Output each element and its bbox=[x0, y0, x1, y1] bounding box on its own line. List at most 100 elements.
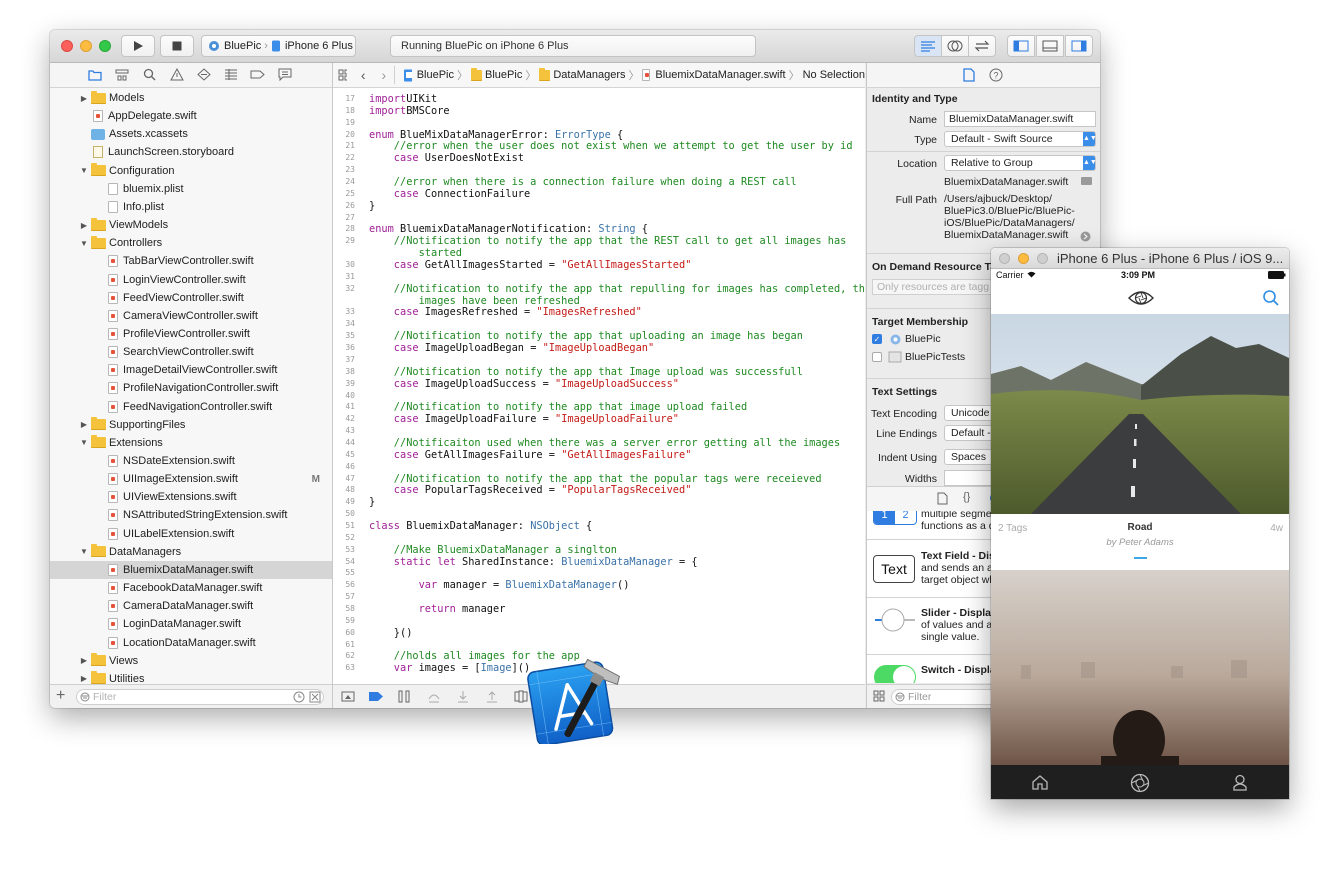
navigator-item[interactable]: UILabelExtension.swift bbox=[50, 525, 332, 543]
code-line[interactable]: 53 //Make BluemixDataManager a singlton bbox=[333, 544, 865, 556]
disclosure-open-icon[interactable]: ▼ bbox=[79, 166, 89, 175]
code-line[interactable]: 38 //Notification to notify the app that… bbox=[333, 366, 865, 378]
step-into-icon[interactable] bbox=[456, 690, 470, 703]
code-line[interactable]: 50 bbox=[333, 508, 865, 520]
navigator-item[interactable]: ProfileNavigationController.swift bbox=[50, 379, 332, 397]
navigator-item[interactable]: UIViewExtensions.swift bbox=[50, 488, 332, 506]
code-line[interactable]: 32 //Notification to notify the app that… bbox=[333, 283, 865, 295]
code-line[interactable]: 47 //Notification to notify the app that… bbox=[333, 473, 865, 485]
code-line[interactable]: 29 //Notification to notify the app that… bbox=[333, 235, 865, 247]
help-icon[interactable]: ? bbox=[989, 68, 1003, 82]
target-checkbox-bluepic[interactable]: ✓ bbox=[872, 334, 882, 344]
code-line[interactable]: 39 case ImageUploadSuccess = "ImageUploa… bbox=[333, 378, 865, 390]
location-popup[interactable]: Relative to Group ▲▼ bbox=[944, 155, 1097, 171]
road-photo[interactable] bbox=[991, 314, 1289, 514]
minimize-window-button[interactable] bbox=[1018, 253, 1029, 264]
search-icon[interactable] bbox=[1263, 290, 1279, 306]
navigator-item[interactable]: ▶ ViewModels bbox=[50, 216, 332, 234]
code-line[interactable]: images have been refreshed bbox=[333, 295, 865, 307]
code-line[interactable]: 54 static let SharedInstance: BluemixDat… bbox=[333, 556, 865, 568]
search-icon[interactable] bbox=[143, 68, 156, 81]
code-line[interactable]: 19 bbox=[333, 117, 865, 129]
navigator-item[interactable]: FacebookDataManager.swift bbox=[50, 579, 332, 597]
close-window-button[interactable] bbox=[999, 253, 1010, 264]
code-line[interactable]: 57 bbox=[333, 591, 865, 603]
assistant-editor-button[interactable] bbox=[941, 35, 969, 57]
toggle-inspector-button[interactable] bbox=[1065, 35, 1093, 57]
zoom-window-button[interactable] bbox=[99, 40, 111, 52]
scheme-selector[interactable]: BluePic › iPhone 6 Plus bbox=[201, 35, 356, 57]
file-inspector-icon[interactable] bbox=[963, 68, 975, 82]
navigator-item[interactable]: AppDelegate.swift bbox=[50, 107, 332, 125]
crumb-group[interactable]: BluePic bbox=[485, 69, 522, 81]
run-button[interactable] bbox=[121, 35, 155, 57]
standard-editor-button[interactable] bbox=[914, 35, 942, 57]
pause-icon[interactable] bbox=[398, 690, 410, 703]
navigator-item[interactable]: Info.plist bbox=[50, 198, 332, 216]
code-line[interactable]: 18 importBMSCore bbox=[333, 105, 865, 117]
zoom-window-button[interactable] bbox=[1037, 253, 1048, 264]
code-line[interactable]: 48 case PopularTagsReceived = "PopularTa… bbox=[333, 484, 865, 496]
navigator-item[interactable]: ▶ Utilities bbox=[50, 670, 332, 684]
hide-debug-area-icon[interactable] bbox=[341, 690, 355, 703]
code-line[interactable]: 44 //Notificaiton used when there was a … bbox=[333, 437, 865, 449]
code-line[interactable]: 61 bbox=[333, 639, 865, 651]
breakpoints-active-icon[interactable] bbox=[368, 691, 384, 702]
navigator-item[interactable]: CameraDataManager.swift bbox=[50, 597, 332, 615]
navigator-item[interactable]: Assets.xcassets bbox=[50, 125, 332, 143]
camera-shutter-tab-icon[interactable] bbox=[1130, 773, 1150, 793]
code-line[interactable]: 52 bbox=[333, 532, 865, 544]
disclosure-closed-icon[interactable]: ▶ bbox=[79, 94, 89, 103]
code-line[interactable]: 27 bbox=[333, 212, 865, 224]
code-line[interactable]: 33 case ImagesRefreshed = "ImagesRefresh… bbox=[333, 306, 865, 318]
crumb-project[interactable]: BluePic bbox=[417, 69, 454, 81]
profile-tab-icon[interactable] bbox=[1232, 774, 1248, 791]
home-tab-icon[interactable] bbox=[1031, 774, 1049, 790]
code-line[interactable]: 34 bbox=[333, 318, 865, 330]
navigator-item[interactable]: NSAttributedStringExtension.swift bbox=[50, 506, 332, 524]
breakpoint-icon[interactable] bbox=[250, 68, 265, 81]
code-line[interactable]: 31 bbox=[333, 271, 865, 283]
code-line[interactable]: 17 importUIKit bbox=[333, 93, 865, 105]
code-line[interactable]: 41 //Notification to notify the app that… bbox=[333, 401, 865, 413]
code-line[interactable]: 22 case UserDoesNotExist bbox=[333, 152, 865, 164]
code-line[interactable]: 42 case ImageUploadFailure = "ImageUploa… bbox=[333, 413, 865, 425]
navigator-item[interactable]: ImageDetailViewController.swift bbox=[50, 361, 332, 379]
code-line[interactable]: 60 }() bbox=[333, 627, 865, 639]
code-line[interactable]: 36 case ImageUploadBegan = "ImageUploadB… bbox=[333, 342, 865, 354]
file-template-icon[interactable] bbox=[937, 492, 948, 505]
navigator-item[interactable]: LoginDataManager.swift bbox=[50, 615, 332, 633]
disclosure-closed-icon[interactable]: ▶ bbox=[79, 674, 89, 683]
navigator-item[interactable]: ▶ Models bbox=[50, 89, 332, 107]
code-line[interactable]: 35 //Notification to notify the app that… bbox=[333, 330, 865, 342]
navigator-item[interactable]: LocationDataManager.swift bbox=[50, 634, 332, 652]
step-out-icon[interactable] bbox=[485, 690, 499, 703]
crumb-folder[interactable]: DataManagers bbox=[553, 69, 625, 81]
code-line[interactable]: 56 var manager = BluemixDataManager() bbox=[333, 579, 865, 591]
code-line[interactable]: 51 class BluemixDataManager: NSObject { bbox=[333, 520, 865, 532]
step-over-icon[interactable] bbox=[427, 690, 441, 703]
code-line[interactable]: 49} bbox=[333, 496, 865, 508]
code-line[interactable]: 37 bbox=[333, 354, 865, 366]
code-line[interactable]: 26} bbox=[333, 200, 865, 212]
crumb-file[interactable]: BluemixDataManager.swift bbox=[655, 69, 785, 81]
symbol-navigator-icon[interactable] bbox=[115, 68, 129, 81]
debug-navigator-icon[interactable] bbox=[224, 68, 238, 81]
version-editor-button[interactable] bbox=[968, 35, 996, 57]
disclosure-open-icon[interactable]: ▼ bbox=[79, 239, 89, 248]
close-window-button[interactable] bbox=[61, 40, 73, 52]
scm-filter-icon[interactable] bbox=[309, 691, 321, 703]
recent-clock-icon[interactable] bbox=[293, 691, 305, 703]
code-snippet-icon[interactable]: {} bbox=[963, 491, 970, 503]
disclosure-closed-icon[interactable]: ▶ bbox=[79, 656, 89, 665]
name-field[interactable]: BluemixDataManager.swift bbox=[944, 111, 1096, 127]
forward-arrow-icon[interactable]: › bbox=[381, 67, 386, 83]
navigator-item[interactable]: ▼ Configuration bbox=[50, 162, 332, 180]
disclosure-open-icon[interactable]: ▼ bbox=[79, 438, 89, 447]
navigator-item[interactable]: ▼ Controllers bbox=[50, 234, 332, 252]
navigator-item[interactable]: bluemix.plist bbox=[50, 180, 332, 198]
test-diamond-icon[interactable] bbox=[197, 68, 211, 81]
crumb-symbol[interactable]: No Selection bbox=[803, 69, 865, 81]
stop-button[interactable] bbox=[160, 35, 194, 57]
navigator-filter-field[interactable]: Filter bbox=[76, 689, 324, 705]
